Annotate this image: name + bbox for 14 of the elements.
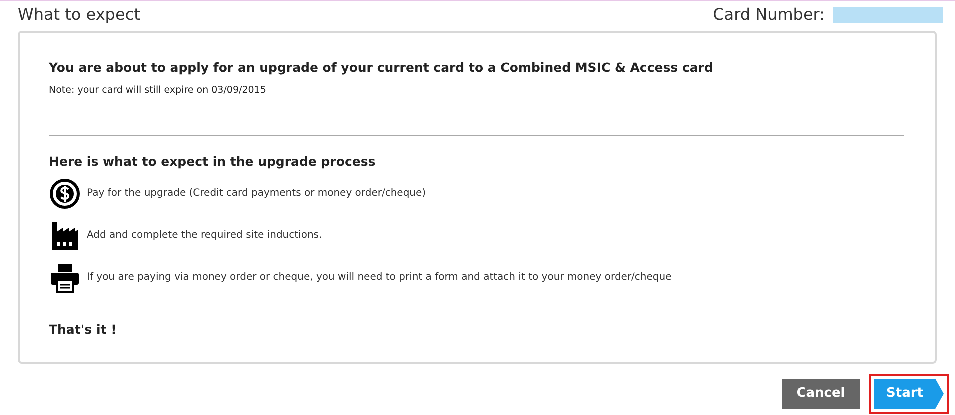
- closing-text: That's it !: [49, 320, 118, 339]
- cancel-button[interactable]: Cancel: [782, 379, 860, 409]
- page-title: What to expect: [18, 4, 140, 26]
- step-text: Pay for the upgrade (Credit card payments or money order/cheque): [87, 187, 426, 202]
- step-text: If you are paying via money order or cheque, you will need to print a form and attach it to your money order/cheque: [87, 271, 672, 286]
- expiry-note: Note: your card will still expire on 03/09/2015: [49, 84, 268, 98]
- dollar-icon: [49, 178, 81, 210]
- printer-icon: [49, 262, 81, 294]
- card-number-label: Card Number:: [713, 4, 825, 26]
- start-button[interactable]: Start: [874, 379, 944, 409]
- step-text: Add and complete the required site inductions.: [87, 229, 322, 244]
- intro-headline: You are about to apply for an upgrade of your current card to a Combined MSIC & Access card: [49, 59, 714, 77]
- factory-icon: [49, 220, 81, 252]
- process-heading: Here is what to expect in the upgrade process: [49, 153, 377, 171]
